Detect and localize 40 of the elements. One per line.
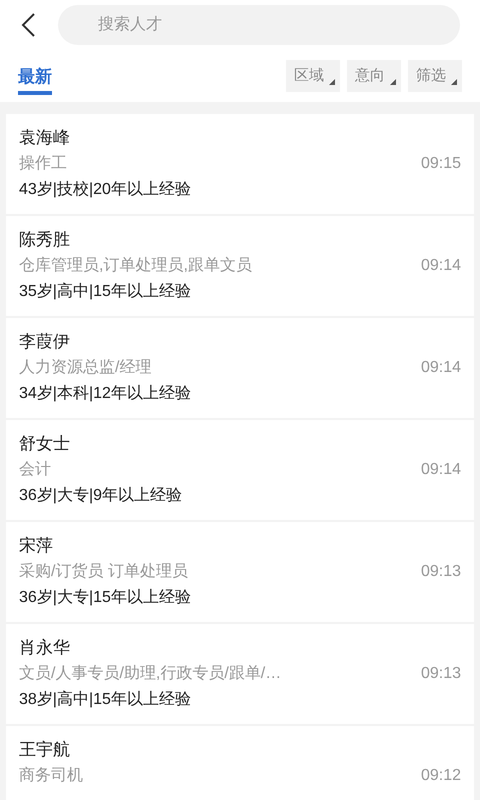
job-intention: 仓库管理员,订单处理员,跟单文员 (19, 256, 253, 276)
candidate-card[interactable]: 舒女士 会计 36岁|大专|9年以上经验 09:14 (6, 420, 474, 520)
update-time: 09:14 (420, 460, 461, 480)
update-time: 09:12 (420, 766, 461, 786)
job-intention: 会计 (19, 460, 52, 480)
update-time: 09:14 (420, 358, 461, 378)
candidate-details: 34岁|本科|12年以上经验 (19, 384, 192, 404)
search-field[interactable]: 搜索人才 (58, 5, 460, 45)
job-intention: 操作工 (19, 154, 68, 174)
dropdown-triangle-icon (451, 79, 457, 85)
candidate-name: 肖永华 (19, 637, 71, 659)
dropdown-triangle-icon (329, 79, 335, 85)
candidate-details: 36岁|大专|15年以上经验 (19, 588, 192, 608)
candidate-name: 王宇航 (19, 739, 71, 761)
candidate-card[interactable]: 宋萍 采购/订货员 订单处理员 36岁|大专|15年以上经验 09:13 (6, 522, 474, 622)
candidate-card[interactable]: 王宇航 商务司机 09:12 (6, 726, 474, 800)
candidate-details: 43岁|技校|20年以上经验 (19, 180, 192, 200)
candidate-name: 陈秀胜 (19, 229, 71, 251)
candidate-name: 宋萍 (19, 535, 54, 557)
candidate-card[interactable]: 陈秀胜 仓库管理员,订单处理员,跟单文员 35岁|高中|15年以上经验 09:14 (6, 216, 474, 316)
candidate-card[interactable]: 袁海峰 操作工 43岁|技校|20年以上经验 09:15 (6, 114, 474, 214)
job-intention: 文员/人事专员/助理,行政专员/跟单/… (19, 664, 282, 684)
candidate-details: 36岁|大专|9年以上经验 (19, 486, 184, 506)
job-intention: 商务司机 (19, 766, 84, 786)
update-time: 09:13 (420, 562, 461, 582)
dropdown-triangle-icon (390, 79, 396, 85)
candidate-details: 38岁|高中|15年以上经验 (19, 690, 192, 710)
candidate-name: 舒女士 (19, 433, 71, 455)
job-intention: 人力资源总监/经理 (19, 358, 152, 378)
candidate-name: 李葭伊 (19, 331, 71, 353)
update-time: 09:15 (420, 154, 461, 174)
candidate-card[interactable]: 李葭伊 人力资源总监/经理 34岁|本科|12年以上经验 09:14 (6, 318, 474, 418)
update-time: 09:13 (420, 664, 461, 684)
candidate-name: 袁海峰 (19, 127, 71, 149)
candidate-card[interactable]: 肖永华 文员/人事专员/助理,行政专员/跟单/… 38岁|高中|15年以上经验 09:13 (6, 624, 474, 724)
job-intention: 采购/订货员 订单处理员 (19, 562, 189, 582)
tab[interactable]: 最新 (18, 58, 52, 94)
back-icon[interactable] (20, 12, 36, 38)
candidate-details: 35岁|高中|15年以上经验 (19, 282, 192, 302)
update-time: 09:14 (420, 256, 461, 276)
